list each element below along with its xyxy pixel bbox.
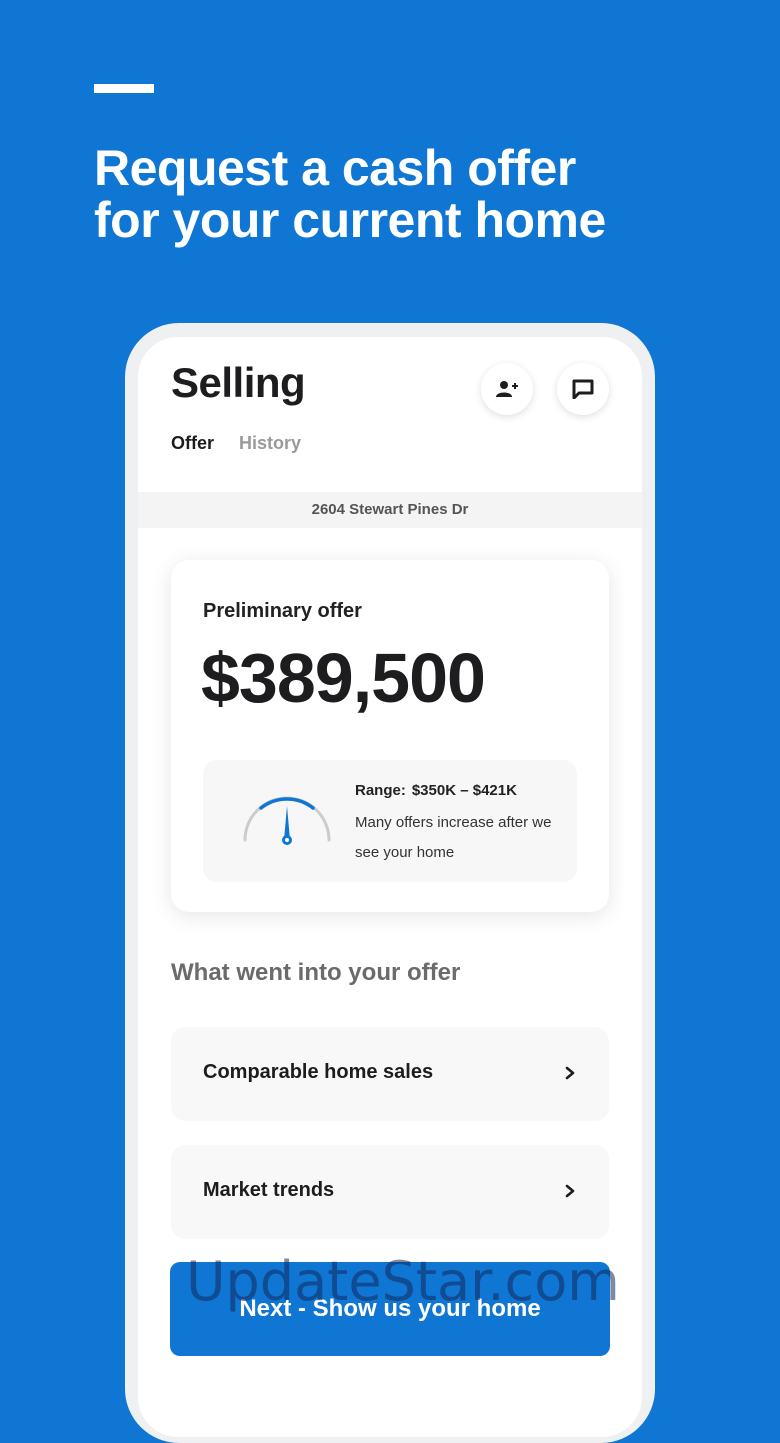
chevron-right-icon (565, 1184, 575, 1198)
watermark: UpdateStar.com (186, 1250, 620, 1313)
breakdown-heading: What went into your offer (171, 959, 461, 986)
offer-card: Preliminary offer $389,500 Range: $350K –… (171, 560, 609, 912)
row-label: Market trends (203, 1179, 335, 1201)
tab-history[interactable]: History (239, 433, 301, 454)
tab-offer[interactable]: Offer (171, 433, 214, 454)
accent-dash (94, 84, 154, 93)
range-line: Range: $350K – $421K (355, 782, 517, 799)
chat-icon (572, 379, 594, 399)
row-label: Comparable home sales (203, 1061, 434, 1083)
range-note: Many offers increase after we see your h… (355, 814, 552, 861)
comparable-sales-row[interactable]: Comparable home sales (171, 1027, 609, 1121)
offer-label: Preliminary offer (203, 600, 362, 622)
headline-line-2: for your current home (94, 192, 606, 248)
page-title: Selling (171, 359, 306, 406)
gauge-icon (243, 796, 331, 845)
chat-button[interactable] (557, 363, 609, 415)
promo-headline: Request a cash offer for your current ho… (94, 142, 734, 246)
add-person-button[interactable] (481, 363, 533, 415)
address-bar: 2604 Stewart Pines Dr (138, 492, 642, 528)
range-label: Range: (355, 782, 406, 799)
range-value: $350K – $421K (411, 782, 517, 799)
add-person-icon (496, 381, 518, 397)
market-trends-row[interactable]: Market trends (171, 1145, 609, 1239)
offer-amount: $389,500 (201, 639, 486, 717)
chevron-right-icon (565, 1066, 575, 1080)
headline-line-1: Request a cash offer (94, 140, 576, 196)
offer-range-box: Range: $350K – $421K Many offers increase… (203, 760, 577, 882)
